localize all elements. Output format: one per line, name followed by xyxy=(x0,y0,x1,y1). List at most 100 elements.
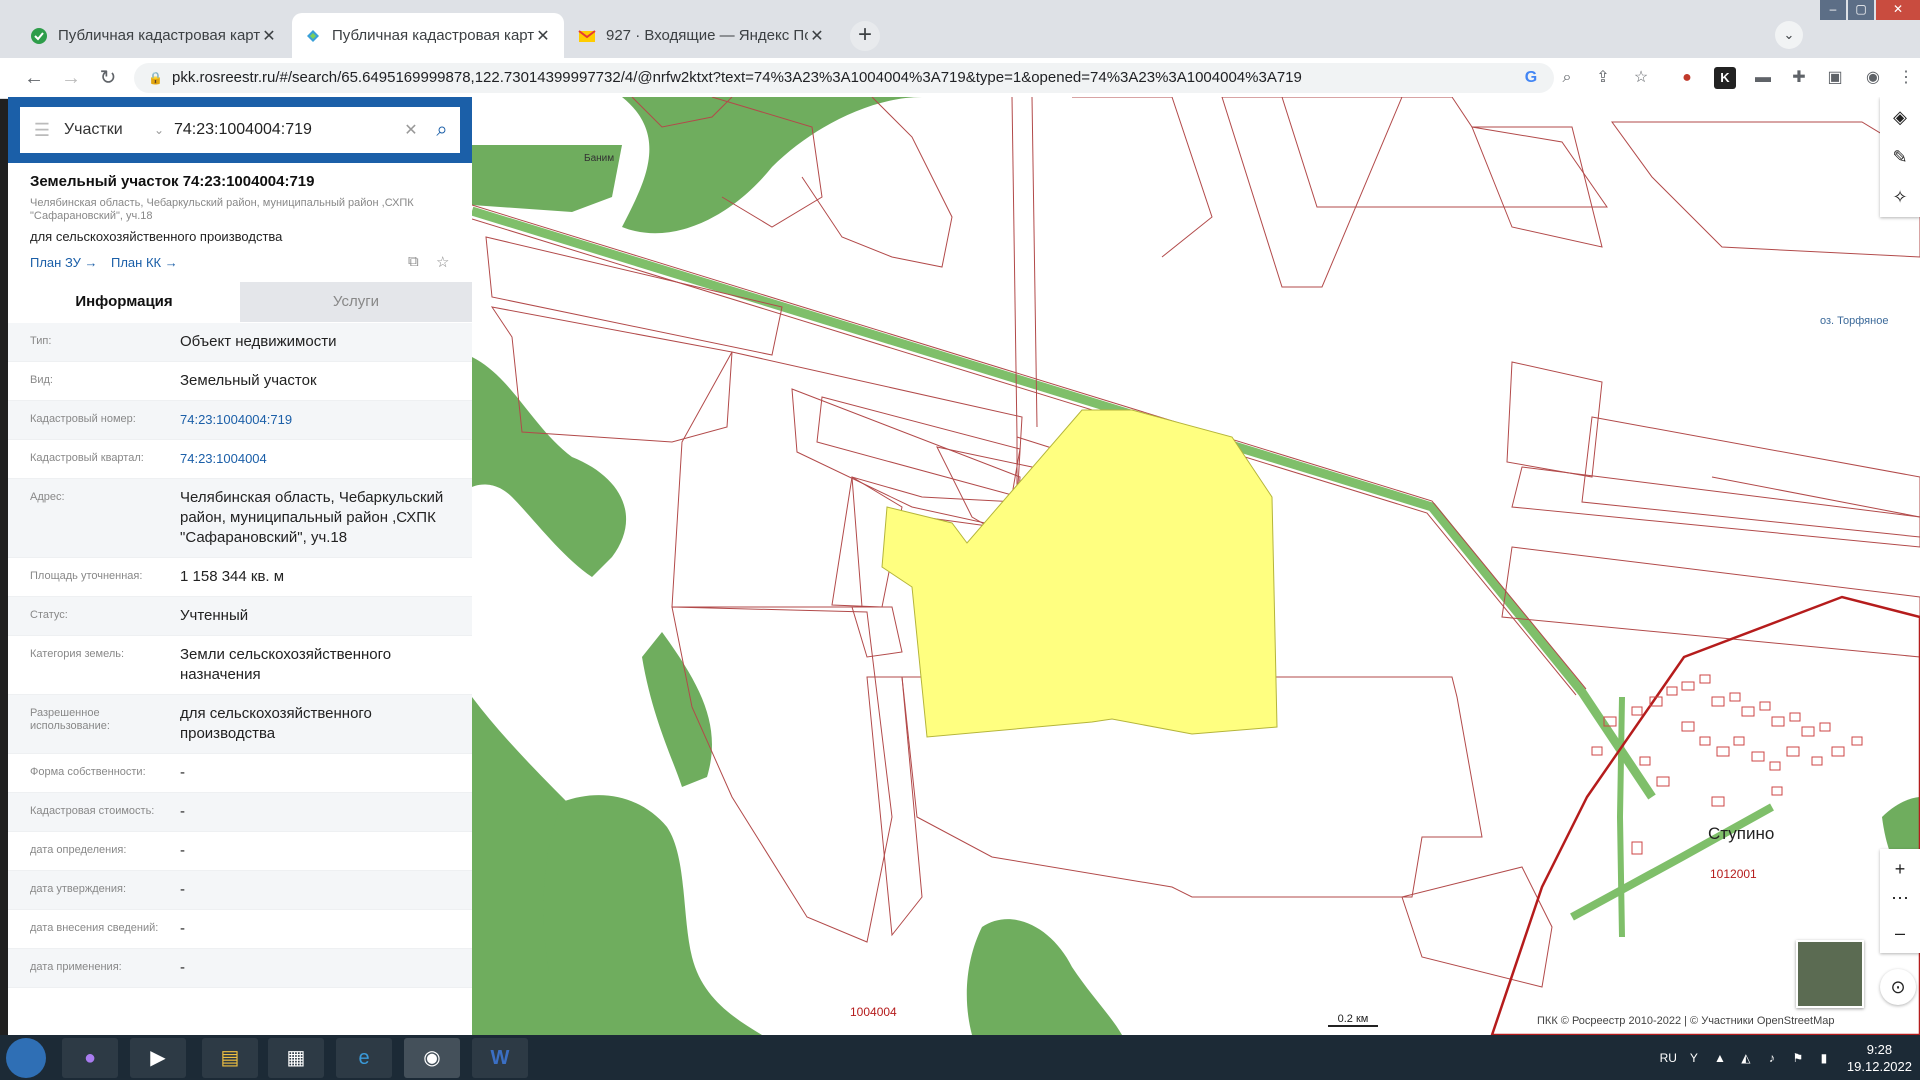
battery-icon[interactable]: ▮ xyxy=(1815,1049,1833,1067)
menu-hamburger-icon[interactable]: ☰ xyxy=(20,120,64,141)
extension-avatar-icon[interactable]: ● xyxy=(1676,67,1698,89)
bookmark-star-icon[interactable]: ☆ xyxy=(1630,67,1652,89)
file-explorer-icon[interactable]: ▤ xyxy=(202,1038,258,1078)
map-tools: ◈ ✎ ✧ xyxy=(1880,97,1920,217)
forward-arrow-icon[interactable]: → xyxy=(57,64,85,92)
attr-label: Кадастровый номер: xyxy=(30,413,136,425)
compass-icon[interactable]: ⊙ xyxy=(1880,969,1916,1005)
layers-icon[interactable]: ◈ xyxy=(1880,97,1920,137)
tab-information[interactable]: Информация xyxy=(8,282,240,322)
map-canvas xyxy=(472,97,1920,1035)
attr-row-cadastral-value: Кадастровая стоимость: - xyxy=(8,793,472,832)
chrome-icon[interactable]: ◉ xyxy=(404,1038,460,1078)
language-indicator[interactable]: RU xyxy=(1660,1051,1677,1065)
word-icon[interactable]: W xyxy=(472,1038,528,1078)
browser-tab-2[interactable]: Публичная кадастровая карта ✕ xyxy=(292,13,564,58)
info-tabs: Информация Услуги xyxy=(8,282,472,322)
attr-row-cadastral-number: Кадастровый номер: 74:23:1004004:719 xyxy=(8,401,472,440)
favorite-star-icon[interactable]: ☆ xyxy=(436,253,449,271)
minimap-thumbnail[interactable] xyxy=(1796,940,1864,1008)
attr-label: Кадастровый квартал: xyxy=(30,452,144,464)
search-type-select[interactable]: Участки xyxy=(64,121,154,139)
attr-label: Площадь уточненная: xyxy=(30,570,143,582)
tab-label: 927 · Входящие — Яндекс Почта xyxy=(606,27,808,44)
zoom-icon[interactable]: ⌕ xyxy=(1556,67,1578,89)
app-icon[interactable]: ▦ xyxy=(268,1038,324,1078)
attr-label: дата применения: xyxy=(30,961,122,973)
extension-hat-icon[interactable]: ▬ xyxy=(1752,67,1774,89)
close-window-button[interactable]: ✕ xyxy=(1876,0,1920,20)
browser-menu-icon[interactable]: ⋮ xyxy=(1895,67,1917,89)
plan-kk-link[interactable]: План КК → xyxy=(111,255,178,270)
search-icon[interactable]: ⌕ xyxy=(424,119,460,142)
more-options-icon[interactable]: ⋯ xyxy=(1880,889,1920,913)
attr-value: Земли сельскохозяйственного назначения xyxy=(180,646,392,683)
maximize-button[interactable]: ▢ xyxy=(1848,0,1874,20)
chevron-down-icon[interactable]: ⌄ xyxy=(154,123,174,137)
internet-explorer-icon[interactable]: e xyxy=(336,1038,392,1078)
back-arrow-icon[interactable]: ← xyxy=(20,64,48,92)
plan-zu-link[interactable]: План ЗУ → xyxy=(30,255,98,270)
zoom-out-button[interactable]: – xyxy=(1880,913,1920,953)
media-player-icon[interactable]: ▶ xyxy=(130,1038,186,1078)
address-bar[interactable]: 🔒 pkk.rosreestr.ru/#/search/65.649516999… xyxy=(134,63,1554,93)
clock[interactable]: 9:28 19.12.2022 xyxy=(1847,1041,1912,1075)
minimize-button[interactable]: – xyxy=(1820,0,1846,20)
browser-tab-bar: Публичная кадастровая карта - ✕ Публична… xyxy=(0,0,1920,58)
zoom-controls: + ⋯ – xyxy=(1880,849,1920,953)
attr-value: Земельный участок xyxy=(180,372,317,389)
browser-tab-1[interactable]: Публичная кадастровая карта - ✕ xyxy=(18,13,290,58)
attr-row-cadastral-quarter: Кадастровый квартал: 74:23:1004004 xyxy=(8,440,472,479)
locate-point-icon[interactable]: ✧ xyxy=(1880,177,1920,217)
yandex-icon[interactable]: Y xyxy=(1685,1049,1703,1067)
side-panel-icon[interactable]: ▣ xyxy=(1824,67,1846,89)
reload-icon[interactable]: ↻ xyxy=(94,64,122,92)
forest-top xyxy=(622,97,922,234)
info-panel: ☰ Участки ⌄ 74:23:1004004:719 ✕ ⌕ Земель… xyxy=(8,97,472,1035)
attributes-table: Тип: Объект недвижимости Вид: Земельный уч… xyxy=(8,323,472,988)
attr-row-type: Тип: Объект недвижимости xyxy=(8,323,472,362)
attr-row-kind: Вид: Земельный участок xyxy=(8,362,472,401)
attr-row-date-entered: дата внесения сведений: - xyxy=(8,910,472,949)
selected-parcel[interactable] xyxy=(881,409,1278,738)
antivirus-icon[interactable]: ▲ xyxy=(1711,1049,1729,1067)
share-icon[interactable]: ⇪ xyxy=(1592,67,1614,89)
attr-row-ownership: Форма собственности: - xyxy=(8,754,472,793)
tab-label: Публичная кадастровая карта - xyxy=(58,27,260,44)
new-tab-button[interactable]: + xyxy=(850,21,880,51)
start-button-icon[interactable] xyxy=(6,1038,46,1078)
search-input[interactable]: 74:23:1004004:719 xyxy=(174,121,398,139)
network-icon[interactable]: ◭ xyxy=(1737,1049,1755,1067)
window-controls: – ▢ ✕ xyxy=(1818,0,1920,20)
cadastral-quarter-link[interactable]: 74:23:1004004 xyxy=(180,440,456,478)
clear-search-icon[interactable]: ✕ xyxy=(398,120,424,140)
volume-icon[interactable]: ♪ xyxy=(1763,1049,1781,1067)
alice-assistant-icon[interactable]: ● xyxy=(62,1038,118,1078)
tab-services[interactable]: Услуги xyxy=(240,282,472,322)
google-translate-icon[interactable]: G xyxy=(1520,67,1542,89)
forest-strip xyxy=(642,632,712,787)
zoom-in-button[interactable]: + xyxy=(1880,849,1920,889)
object-address: Челябинская область, Чебаркульский район… xyxy=(30,197,414,222)
attr-value: - xyxy=(180,881,185,898)
search-box: ☰ Участки ⌄ 74:23:1004004:719 ✕ ⌕ xyxy=(20,107,460,153)
tab-close-icon[interactable]: ✕ xyxy=(808,26,826,46)
tab-search-chevron-icon[interactable]: ⌄ xyxy=(1775,21,1803,49)
extensions-puzzle-icon[interactable]: ✚ xyxy=(1788,67,1810,89)
tab-close-icon[interactable]: ✕ xyxy=(260,26,278,46)
attr-row-land-category: Категория земель: Земли сельскохозяйствен… xyxy=(8,636,472,695)
tab-close-icon[interactable]: ✕ xyxy=(534,26,552,46)
cadastral-map[interactable]: Баним оз. Торфяное Ступино 1012001 10040… xyxy=(472,97,1920,1035)
ruler-icon[interactable]: ✎ xyxy=(1880,137,1920,177)
attr-label: Статус: xyxy=(30,609,68,621)
flag-icon[interactable]: ⚑ xyxy=(1789,1049,1807,1067)
forest-bottom-mid xyxy=(966,919,1122,1035)
village-label: Ступино xyxy=(1708,824,1775,843)
zoom-to-object-icon[interactable]: ⧉ xyxy=(408,253,419,270)
profile-avatar-icon[interactable]: ◉ xyxy=(1862,67,1884,89)
browser-tab-3[interactable]: 927 · Входящие — Яндекс Почта ✕ xyxy=(566,13,838,58)
object-title: Земельный участок 74:23:1004004:719 xyxy=(30,173,315,190)
kaspersky-extension-icon[interactable]: K xyxy=(1714,67,1736,89)
system-tray: RU Y ▲ ◭ ♪ ⚑ ▮ 9:28 19.12.2022 xyxy=(1660,1039,1912,1077)
cadastral-number-link[interactable]: 74:23:1004004:719 xyxy=(180,401,456,439)
